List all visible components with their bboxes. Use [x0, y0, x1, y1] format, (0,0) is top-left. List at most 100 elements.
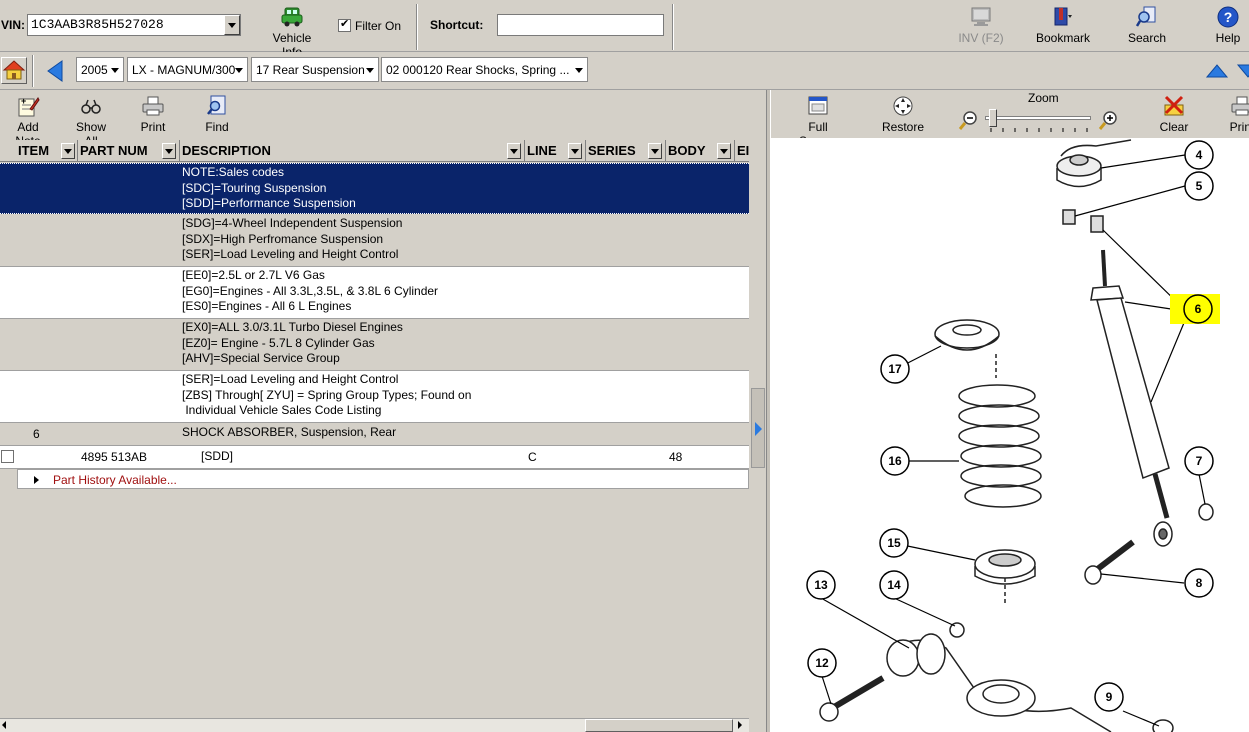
svg-text:15: 15: [887, 536, 901, 550]
home-button[interactable]: [1, 57, 27, 84]
scroll-left-icon[interactable]: [2, 721, 6, 729]
column-header-ei[interactable]: EI: [735, 140, 749, 162]
column-filter-button[interactable]: [568, 143, 582, 159]
callout-6[interactable]: 6: [1183, 294, 1213, 324]
print-diagram-button[interactable]: Print: [1225, 95, 1249, 134]
column-header-label: ITEM: [18, 143, 50, 158]
column-header-description[interactable]: DESCRIPTION: [180, 140, 525, 162]
column-header-label: LINE: [527, 143, 557, 158]
inv-button[interactable]: INV (F2): [955, 6, 1007, 45]
svg-text:14: 14: [887, 578, 901, 592]
figure-value: 02 000120 Rear Shocks, Spring ...: [386, 63, 570, 77]
note-row[interactable]: [EE0]=2.5L or 2.7L V6 Gas [EG0]=Engines …: [0, 267, 749, 319]
splitter-handle[interactable]: [751, 388, 765, 468]
column-header-line[interactable]: LINE: [525, 140, 586, 162]
callout-15[interactable]: 15: [879, 528, 909, 558]
search-button[interactable]: Search: [1124, 6, 1170, 45]
note-line: [ZBS] Through[ ZYU] = Spring Group Types…: [182, 387, 472, 402]
note-line: [AHV]=Special Service Group: [182, 351, 340, 365]
expand-down-button[interactable]: [1236, 62, 1249, 80]
callout-5[interactable]: 5: [1184, 171, 1214, 201]
find-button[interactable]: Find: [202, 95, 232, 134]
model-select[interactable]: LX - MAGNUM/300: [127, 57, 248, 82]
clear-button[interactable]: Clear: [1157, 95, 1191, 134]
zoom-ticks: [990, 128, 1088, 132]
column-header-part-num[interactable]: PART NUM: [78, 140, 180, 162]
note-row[interactable]: [EX0]=ALL 3.0/3.1L Turbo Diesel Engines …: [0, 319, 749, 371]
nut-drawing: [1198, 503, 1214, 521]
note-row[interactable]: [SER]=Load Leveling and Height Control […: [0, 371, 749, 423]
callout-8[interactable]: 8: [1184, 568, 1214, 598]
note-line: NOTE:Sales codes: [182, 165, 285, 179]
help-button[interactable]: ? Help: [1210, 6, 1246, 45]
zoom-slider-track[interactable]: [985, 116, 1091, 120]
column-filter-button[interactable]: [648, 143, 662, 159]
coil-spring-drawing: [958, 384, 1042, 508]
column-filter-button[interactable]: [507, 143, 521, 159]
restore-button[interactable]: Restore: [881, 95, 925, 134]
svg-text:4: 4: [1196, 148, 1203, 162]
bookmark-button[interactable]: Bookmark: [1036, 6, 1090, 45]
parts-grid: ITEM PART NUM DESCRIPTION LINE SERIES BO…: [0, 140, 749, 718]
note-text: NOTE:Sales codes [SDC]=Touring Suspensio…: [182, 165, 356, 212]
item-row[interactable]: 6 SHOCK ABSORBER, Suspension, Rear: [0, 423, 749, 446]
horizontal-scrollbar[interactable]: [0, 718, 749, 732]
column-filter-button[interactable]: [162, 143, 176, 159]
parts-diagram[interactable]: 4 5 6 17 16 7 15 8 13 14 12 9: [771, 138, 1249, 732]
note-row[interactable]: [SDG]=4-Wheel Independent Suspension [SD…: [0, 215, 749, 267]
diagram-toolbar: Full Screen Restore Zoom Clear: [771, 90, 1249, 148]
figure-select[interactable]: 02 000120 Rear Shocks, Spring ...: [381, 57, 588, 82]
part-select-checkbox[interactable]: [1, 450, 14, 463]
callout-4[interactable]: 4: [1184, 140, 1214, 170]
back-button[interactable]: [44, 59, 66, 83]
part-history-link[interactable]: Part History Available...: [17, 469, 749, 489]
item-description: SHOCK ABSORBER, Suspension, Rear: [182, 425, 397, 439]
column-filter-button[interactable]: [61, 143, 75, 159]
zoom-in-icon[interactable]: [1097, 108, 1121, 132]
collapse-up-button[interactable]: [1205, 62, 1229, 80]
svg-text:?: ?: [1224, 9, 1233, 25]
shortcut-input[interactable]: [497, 14, 664, 36]
filter-checkbox[interactable]: [338, 17, 351, 32]
column-header-item[interactable]: ITEM: [0, 140, 78, 162]
toolbar-separator: [32, 55, 34, 87]
callout-13[interactable]: 13: [806, 570, 836, 600]
group-select[interactable]: 17 Rear Suspension: [251, 57, 379, 82]
column-header-series[interactable]: SERIES: [586, 140, 666, 162]
help-icon: ?: [1217, 6, 1239, 28]
car-icon: [281, 7, 303, 27]
scrollbar-thumb[interactable]: [585, 719, 733, 732]
binoculars-icon: [81, 99, 101, 114]
column-filter-button[interactable]: [717, 143, 731, 159]
callout-16[interactable]: 16: [880, 446, 910, 476]
zoom-out-icon[interactable]: [957, 108, 981, 132]
column-header-body[interactable]: BODY: [666, 140, 735, 162]
note-row[interactable]: NOTE:Sales codes [SDC]=Touring Suspensio…: [0, 163, 749, 214]
model-value: LX - MAGNUM/300: [132, 63, 236, 77]
vin-dropdown-button[interactable]: [224, 15, 240, 35]
navigation-toolbar: 2005 LX - MAGNUM/300 17 Rear Suspension …: [0, 52, 1249, 90]
callout-12[interactable]: 12: [807, 648, 837, 678]
part-row[interactable]: 4895 513AB [SDD] C 48: [0, 446, 749, 469]
callout-17[interactable]: 17: [880, 354, 910, 384]
svg-text:5: 5: [1196, 179, 1203, 193]
year-select[interactable]: 2005: [76, 57, 124, 82]
callout-9[interactable]: 9: [1094, 682, 1124, 712]
note-line: [ES0]=Engines - All 6 L Engines: [182, 299, 352, 313]
vin-combobox[interactable]: 1C3AAB3R85H527028: [27, 14, 241, 36]
callout-7[interactable]: 7: [1184, 446, 1214, 476]
zoom-label: Zoom: [1028, 91, 1059, 105]
note-text: [SDG]=4-Wheel Independent Suspension [SD…: [182, 216, 402, 263]
bookmark-label: Bookmark: [1036, 31, 1091, 45]
printer-icon: [142, 96, 164, 116]
add-note-icon: +: [18, 96, 40, 117]
shortcut-label: Shortcut:: [430, 18, 484, 32]
print-list-button[interactable]: Print: [136, 95, 170, 134]
zoom-slider-thumb[interactable]: [989, 109, 997, 127]
note-line: [SER]=Load Leveling and Height Control: [182, 247, 399, 261]
callout-14[interactable]: 14: [879, 570, 909, 600]
scroll-right-icon[interactable]: [738, 721, 742, 729]
note-line: [SDX]=High Perfromance Suspension: [182, 231, 384, 246]
part-description: [SDD]: [201, 449, 234, 463]
back-arrow-icon: [47, 60, 63, 82]
